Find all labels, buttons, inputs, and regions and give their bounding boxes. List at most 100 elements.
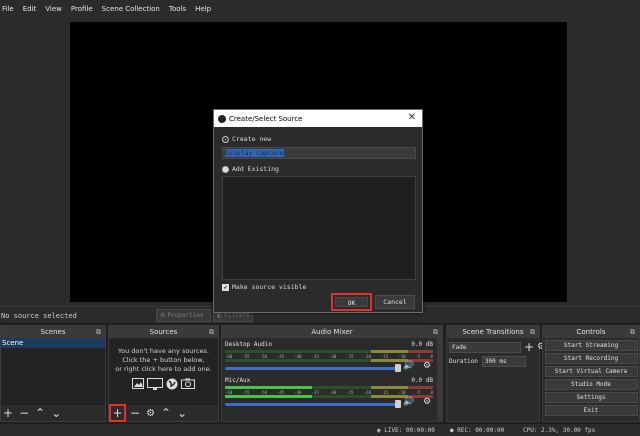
channel-db: 0.0 dB (411, 377, 433, 384)
sources-empty-message: You don't have any sources. Click the + … (109, 338, 218, 374)
transitions-title-text: Scene Transitions (462, 328, 524, 336)
source-settings-icon[interactable]: ⚙ (146, 408, 155, 419)
mixer-title-text: Audio Mixer (311, 328, 353, 336)
menu-file[interactable]: File (2, 5, 14, 13)
sources-title: Sources ⧉ (109, 326, 218, 338)
speaker-icon[interactable]: 🔊 (403, 397, 414, 407)
mixer-title: Audio Mixer ⧉ (222, 326, 442, 338)
add-scene-icon[interactable]: + (3, 406, 13, 420)
channel-name: Desktop Audio (225, 341, 272, 348)
studio-mode-button[interactable]: Studio Mode (544, 379, 638, 390)
add-existing-radio[interactable]: Add Existing (222, 165, 279, 173)
undock-icon[interactable]: ⧉ (530, 326, 535, 338)
live-time: LIVE: 00:00:00 (384, 427, 435, 434)
radio-selected-icon (222, 135, 229, 143)
cancel-button[interactable]: Cancel (375, 295, 415, 309)
duration-input[interactable]: 300 ms (481, 356, 526, 367)
undock-icon[interactable]: ⧉ (630, 326, 635, 338)
menu-help[interactable]: Help (195, 5, 211, 13)
filter-icon: ◐ (217, 312, 223, 319)
sources-list[interactable]: You don't have any sources. Click the + … (109, 338, 218, 405)
ok-button-highlight: OK (331, 293, 372, 311)
move-down-icon[interactable]: ⌄ (51, 406, 61, 420)
volume-slider-knob[interactable] (395, 364, 401, 372)
gear-icon[interactable]: ⚙ (423, 361, 431, 371)
scenes-list: Scene (1, 338, 105, 405)
gear-icon[interactable]: ⚙ (423, 397, 431, 407)
menu-edit[interactable]: Edit (23, 5, 37, 13)
camera-icon (181, 378, 195, 389)
speaker-icon[interactable]: 🔊 (403, 361, 414, 371)
globe-icon (166, 378, 178, 390)
undock-icon[interactable]: ⧉ (433, 326, 438, 338)
gear-icon: ⚙ (160, 312, 166, 319)
start-virtual-camera-button[interactable]: Start Virtual Camera (544, 366, 638, 377)
scenes-dock: Scenes ⧉ Scene + − ⌃ ⌄ (0, 325, 106, 422)
volume-meter-r (225, 359, 433, 362)
scenes-footer: + − ⌃ ⌄ (1, 405, 105, 421)
channel-name: Mic/Aux (225, 377, 251, 384)
add-source-button[interactable]: + (109, 404, 126, 422)
empty-line-2: Click the + button below, (122, 356, 205, 364)
start-streaming-button[interactable]: Start Streaming (544, 340, 638, 351)
duration-label: Duration (449, 358, 478, 365)
volume-slider-knob[interactable] (395, 400, 401, 408)
undock-icon[interactable]: ⧉ (96, 326, 101, 338)
controls-title: Controls ⧉ (543, 326, 639, 338)
make-visible-label: Make source visible (232, 283, 307, 291)
volume-meter (225, 350, 433, 353)
remove-source-icon[interactable]: − (130, 406, 140, 420)
undock-icon[interactable]: ⧉ (209, 326, 214, 338)
remove-scene-icon[interactable]: − (19, 406, 29, 420)
rec-time: REC: 00:00:00 (457, 427, 505, 434)
cpu-status: CPU: 2.3%, 30.00 fps (523, 427, 596, 434)
transition-select[interactable]: Fade (449, 341, 521, 353)
source-name-input[interactable]: Display Capture (222, 147, 416, 159)
move-up-icon[interactable]: ⌃ (161, 406, 171, 420)
checkmark-icon: ✔ (222, 283, 229, 291)
menu-view[interactable]: View (45, 5, 62, 13)
move-down-icon[interactable]: ⌄ (177, 406, 187, 420)
scene-item[interactable]: Scene (1, 338, 105, 348)
controls-dock: Controls ⧉ Start Streaming Start Recordi… (542, 325, 640, 422)
sources-footer: + − ⚙ ⌃ ⌄ (109, 404, 218, 422)
image-icon (132, 378, 144, 389)
live-status: ◉ LIVE: 00:00:00 (377, 427, 435, 434)
mixer-channel-mic: Mic/Aux 0.0 dB -60 -55 -50 -45 -40 -35 -30 -25-… (225, 377, 439, 415)
source-type-icons (109, 378, 218, 390)
scenes-title-text: Scenes (40, 328, 66, 336)
no-source-label: No source selected (1, 312, 77, 320)
volume-slider[interactable] (225, 403, 399, 406)
sources-title-text: Sources (149, 328, 178, 336)
properties-label: Properties (167, 312, 204, 319)
scenes-title: Scenes ⧉ (1, 326, 105, 338)
volume-slider[interactable] (225, 367, 399, 370)
create-new-radio[interactable]: Create new (222, 135, 271, 143)
settings-button[interactable]: Settings (544, 392, 638, 403)
status-bar: ◉ LIVE: 00:00:00 ● REC: 00:00:00 CPU: 2.… (0, 424, 640, 436)
empty-line-1: You don't have any sources. (118, 347, 209, 355)
existing-sources-list[interactable] (222, 176, 416, 280)
add-transition-icon[interactable]: + (524, 341, 534, 353)
menu-tools[interactable]: Tools (169, 5, 186, 13)
monitor-icon (147, 378, 163, 390)
dialog-titlebar: Create/Select Source ✕ (214, 110, 422, 127)
duration-row: Duration 300 ms (449, 356, 526, 367)
start-recording-button[interactable]: Start Recording (544, 353, 638, 364)
menu-bar: File Edit View Profile Scene Collection … (0, 0, 640, 18)
obs-logo-icon (218, 114, 226, 123)
dialog-title: Create/Select Source (229, 114, 303, 123)
meter-level (225, 386, 313, 389)
make-visible-checkbox[interactable]: ✔ Make source visible (222, 283, 306, 291)
filters-label: Filters (224, 312, 250, 319)
menu-scene-collection[interactable]: Scene Collection (102, 5, 160, 13)
properties-button[interactable]: ⚙ Properties (156, 309, 211, 322)
move-up-icon[interactable]: ⌃ (35, 406, 45, 420)
mixer-channel-desktop: Desktop Audio 0.0 dB -60 -55 -50 -45 -40 -35-… (225, 341, 439, 379)
rec-status: ● REC: 00:00:00 (450, 427, 504, 434)
menu-profile[interactable]: Profile (71, 5, 93, 13)
mixer-scrollbar[interactable] (437, 338, 442, 421)
close-icon[interactable]: ✕ (408, 112, 416, 123)
exit-button[interactable]: Exit (544, 405, 638, 416)
ok-button[interactable]: OK (335, 297, 368, 307)
